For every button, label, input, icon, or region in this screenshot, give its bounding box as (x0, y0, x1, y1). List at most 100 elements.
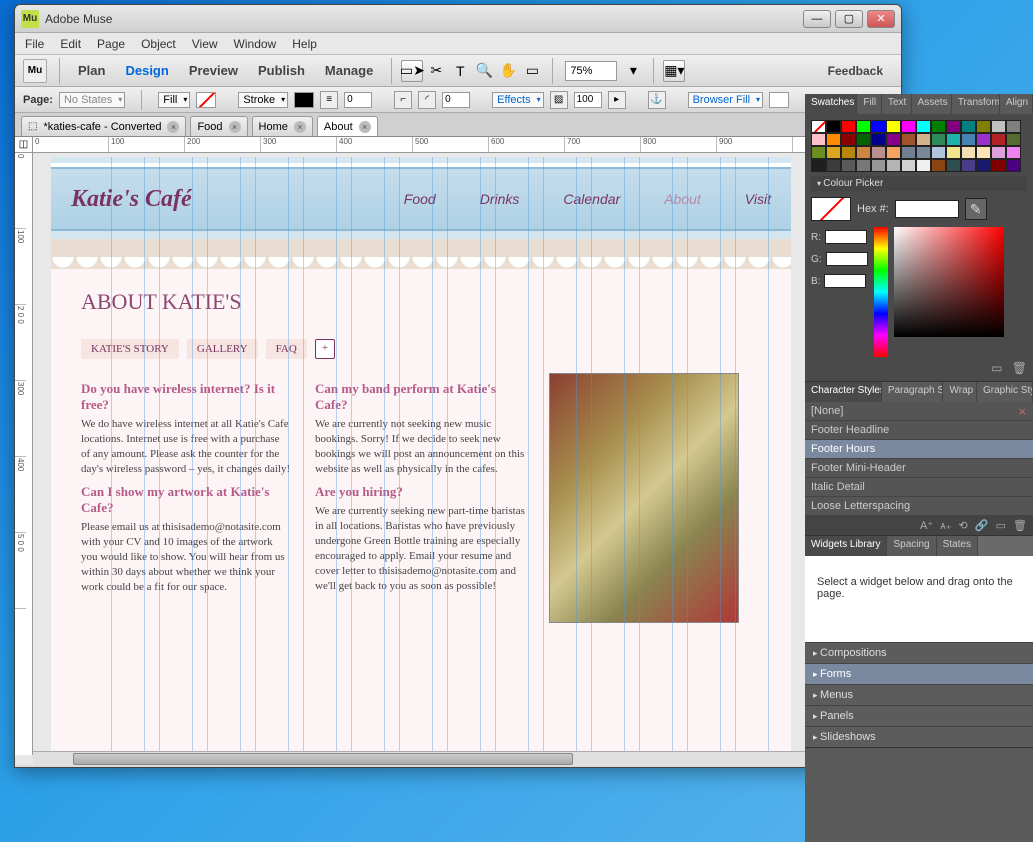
swatch-cell[interactable] (961, 146, 976, 159)
swatch-cell[interactable] (991, 133, 1006, 146)
scrollbar-thumb[interactable] (73, 753, 573, 765)
horizontal-scrollbar[interactable] (33, 751, 901, 765)
zoom-select[interactable]: 75% (565, 61, 617, 81)
style-row[interactable]: Footer Mini-Header (805, 459, 1033, 478)
swatch-cell[interactable] (811, 133, 826, 146)
tab-fill[interactable]: Fill (857, 94, 882, 114)
titlebar[interactable]: Mu Adobe Muse — ▢ ✕ (15, 5, 901, 33)
rectangle-tool-icon[interactable]: ▭ (521, 60, 543, 82)
style-row[interactable]: Loose Letterspacing (805, 497, 1033, 516)
swatch-cell[interactable] (826, 159, 841, 172)
nav-visit[interactable]: Visit (745, 191, 771, 207)
swatch-cell[interactable] (841, 159, 856, 172)
menu-page[interactable]: Page (97, 37, 125, 51)
swatch-cell[interactable] (886, 120, 901, 133)
accordion-slideshows[interactable]: Slideshows (805, 726, 1033, 747)
corner-radius-icon[interactable]: ◜ (418, 91, 436, 109)
nav-about[interactable]: About (664, 191, 701, 207)
nav-drinks[interactable]: Drinks (480, 191, 520, 207)
doc-tab[interactable]: Home× (252, 116, 313, 136)
swatch-cell[interactable] (976, 133, 991, 146)
opacity-slider-icon[interactable]: ▸ (608, 91, 626, 109)
swatch-cell[interactable] (901, 159, 916, 172)
close-tab-icon[interactable]: × (359, 121, 371, 133)
crop-tool-icon[interactable]: ✂ (425, 60, 447, 82)
nav-calendar[interactable]: Calendar (563, 191, 620, 207)
add-tab-icon[interactable]: + (315, 339, 335, 359)
horizontal-ruler[interactable]: 0 100 200 300 400 500 600 700 800 900 (33, 137, 901, 153)
new-swatch-icon[interactable]: ▭ (991, 361, 1002, 375)
zoom-dropdown-icon[interactable]: ▾ (622, 60, 644, 82)
ruler-origin-icon[interactable]: ◫ (15, 137, 33, 153)
swatch-cell[interactable] (886, 146, 901, 159)
swatch-cell[interactable] (916, 120, 931, 133)
r-input[interactable] (825, 230, 867, 244)
accordion-compositions[interactable]: Compositions (805, 642, 1033, 663)
swatch-cell[interactable] (991, 120, 1006, 133)
g-input[interactable] (826, 252, 868, 266)
hex-input[interactable] (895, 200, 959, 218)
stroke-weight-stepper-icon[interactable]: ≡ (320, 91, 338, 109)
mu-home-icon[interactable]: Mu (23, 59, 47, 83)
tab-align[interactable]: Align (1000, 94, 1033, 114)
tab-paragraph-styles[interactable]: Paragraph S (882, 382, 944, 402)
swatch-cell[interactable] (961, 133, 976, 146)
menu-help[interactable]: Help (292, 37, 317, 51)
swatch-cell[interactable] (841, 120, 856, 133)
style-row[interactable]: Footer Headline (805, 421, 1033, 440)
redefine-style-icon[interactable]: ⟲ (959, 520, 968, 532)
close-button[interactable]: ✕ (867, 10, 895, 28)
text-tool-icon[interactable]: T (449, 60, 471, 82)
swatch-cell[interactable] (961, 120, 976, 133)
menu-object[interactable]: Object (141, 37, 176, 51)
swatch-cell[interactable] (931, 120, 946, 133)
fill-dropdown[interactable]: Fill (158, 92, 190, 108)
page-canvas[interactable]: Katie's Café Food Drinks Calendar About … (51, 157, 791, 757)
menu-edit[interactable]: Edit (60, 37, 81, 51)
tab-text[interactable]: Text (882, 94, 912, 114)
swatch-cell[interactable] (841, 146, 856, 159)
swatch-cell[interactable] (946, 159, 961, 172)
swatch-cell[interactable] (826, 133, 841, 146)
tab-swatches[interactable]: Swatches (805, 94, 857, 114)
swatch-cell[interactable] (976, 146, 991, 159)
swatch-cell[interactable] (976, 159, 991, 172)
tab-states[interactable]: States (937, 536, 978, 556)
swatch-cell[interactable] (826, 120, 841, 133)
swatch-cell[interactable] (946, 133, 961, 146)
tab-spacing[interactable]: Spacing (887, 536, 936, 556)
mode-manage[interactable]: Manage (325, 63, 373, 78)
mode-preview[interactable]: Preview (189, 63, 238, 78)
tab-graphic-styles[interactable]: Graphic Sty (977, 382, 1033, 402)
swatch-cell[interactable] (916, 146, 931, 159)
hand-tool-icon[interactable]: ✋ (497, 60, 519, 82)
delete-swatch-icon[interactable]: 🗑 (1012, 361, 1027, 375)
style-row[interactable]: Footer Hours (805, 440, 1033, 459)
close-tab-icon[interactable]: × (167, 121, 179, 133)
swatch-cell[interactable] (916, 133, 931, 146)
swatch-cell[interactable] (931, 159, 946, 172)
swatch-cell[interactable] (841, 133, 856, 146)
view-options-icon[interactable]: ▦▾ (663, 60, 685, 82)
swatch-cell[interactable] (946, 146, 961, 159)
tab-widgets-library[interactable]: Widgets Library (805, 536, 887, 556)
new-style-icon[interactable]: ▭ (996, 520, 1006, 532)
swatch-cell[interactable] (871, 120, 886, 133)
unlink-style-icon[interactable]: A⁺ (920, 520, 933, 532)
tab-wrap[interactable]: Wrap (943, 382, 977, 402)
swatch-cell[interactable] (886, 159, 901, 172)
doc-tab[interactable]: ⬚*katies-cafe - Converted× (21, 116, 186, 136)
hue-slider[interactable] (874, 227, 888, 357)
mode-design[interactable]: Design (125, 63, 168, 78)
swatch-cell[interactable] (961, 159, 976, 172)
swatch-cell[interactable] (916, 159, 931, 172)
swatch-cell[interactable] (856, 133, 871, 146)
menu-file[interactable]: File (25, 37, 44, 51)
swatch-cell[interactable] (946, 120, 961, 133)
accordion-panels[interactable]: Panels (805, 705, 1033, 726)
swatch-cell[interactable] (901, 146, 916, 159)
colour-picker-header[interactable]: Colour Picker (811, 176, 1027, 191)
swatch-cell[interactable] (931, 146, 946, 159)
menu-window[interactable]: Window (234, 37, 277, 51)
swatch-cell[interactable] (826, 146, 841, 159)
